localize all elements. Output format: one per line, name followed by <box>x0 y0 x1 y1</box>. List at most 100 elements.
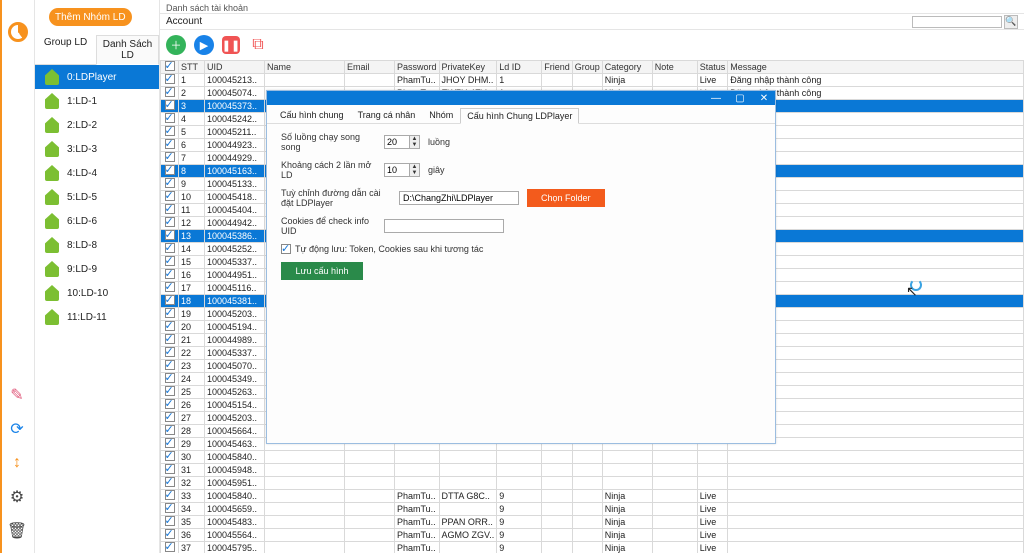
col-header[interactable]: STT <box>179 61 205 74</box>
row-checkbox[interactable] <box>165 477 175 487</box>
col-header[interactable]: UID <box>205 61 265 74</box>
row-checkbox[interactable] <box>165 321 175 331</box>
dialog-tab[interactable]: Cấu hình chung <box>273 107 351 123</box>
row-checkbox[interactable] <box>165 217 175 227</box>
col-header[interactable]: Category <box>602 61 652 74</box>
search-button[interactable]: 🔍 <box>1004 15 1018 29</box>
row-checkbox[interactable] <box>165 87 175 97</box>
col-header[interactable]: Note <box>652 61 697 74</box>
add-group-button[interactable]: Thêm Nhóm LD <box>49 8 132 26</box>
row-checkbox[interactable] <box>165 100 175 110</box>
col-header[interactable]: Ld ID <box>497 61 542 74</box>
row-checkbox[interactable] <box>165 282 175 292</box>
delay-down[interactable]: ▼ <box>410 170 419 176</box>
col-header[interactable]: Password <box>395 61 440 74</box>
add-button[interactable]: ＋ <box>166 35 186 55</box>
row-checkbox[interactable] <box>165 425 175 435</box>
maximize-icon[interactable]: ▢ <box>733 92 747 104</box>
table-row[interactable]: 36100045564..PhamTu..AGMO ZGV..9NinjaLiv… <box>161 529 1024 542</box>
row-checkbox[interactable] <box>165 269 175 279</box>
play-button[interactable]: ▶ <box>194 35 214 55</box>
row-checkbox[interactable] <box>165 529 175 539</box>
table-row[interactable]: 37100045795..PhamTu..9NinjaLive <box>161 542 1024 553</box>
row-checkbox[interactable] <box>165 347 175 357</box>
row-checkbox[interactable] <box>165 204 175 214</box>
row-checkbox[interactable] <box>165 490 175 500</box>
row-checkbox[interactable] <box>165 542 175 552</box>
sidebar-item[interactable]: 3:LD-3 <box>35 137 159 161</box>
row-checkbox[interactable] <box>165 412 175 422</box>
dialog-tab[interactable]: Nhóm <box>422 107 460 123</box>
row-checkbox[interactable] <box>165 139 175 149</box>
sidebar-item[interactable]: 2:LD-2 <box>35 113 159 137</box>
close-icon[interactable]: ✕ <box>757 92 771 104</box>
row-checkbox[interactable] <box>165 438 175 448</box>
table-row[interactable]: 31100045948.. <box>161 464 1024 477</box>
tab-danh-sach-ld[interactable]: Danh Sách LD <box>96 35 159 65</box>
minimize-icon[interactable]: — <box>709 92 723 104</box>
row-checkbox[interactable] <box>165 360 175 370</box>
row-checkbox[interactable] <box>165 74 175 84</box>
row-checkbox[interactable] <box>165 334 175 344</box>
sidebar-item[interactable]: 9:LD-9 <box>35 257 159 281</box>
autosave-checkbox[interactable] <box>281 244 291 254</box>
row-checkbox[interactable] <box>165 243 175 253</box>
row-checkbox[interactable] <box>165 191 175 201</box>
refresh-icon[interactable]: ⟳ <box>7 419 27 439</box>
row-checkbox[interactable] <box>165 126 175 136</box>
row-checkbox[interactable] <box>165 503 175 513</box>
save-config-button[interactable]: Lưu cấu hình <box>281 262 363 280</box>
delay-input[interactable] <box>384 163 410 177</box>
tab-group-ld[interactable]: Group LD <box>35 34 96 64</box>
row-checkbox[interactable] <box>165 464 175 474</box>
row-checkbox[interactable] <box>165 399 175 409</box>
sync-icon[interactable]: ⧉ <box>248 35 268 55</box>
row-checkbox[interactable] <box>165 165 175 175</box>
sidebar-item[interactable]: 8:LD-8 <box>35 233 159 257</box>
select-all-checkbox[interactable] <box>165 61 175 71</box>
col-header[interactable]: Message <box>728 61 1024 74</box>
sidebar-item[interactable]: 4:LD-4 <box>35 161 159 185</box>
threads-down[interactable]: ▼ <box>410 142 419 148</box>
col-header[interactable]: Status <box>697 61 728 74</box>
row-checkbox[interactable] <box>165 516 175 526</box>
col-header[interactable]: Email <box>345 61 395 74</box>
cookies-input[interactable] <box>384 219 504 233</box>
gear-icon[interactable]: ⚙ <box>7 487 27 507</box>
col-header[interactable]: Name <box>265 61 345 74</box>
search-input[interactable] <box>912 16 1002 28</box>
table-row[interactable]: 32100045951.. <box>161 477 1024 490</box>
row-checkbox[interactable] <box>165 451 175 461</box>
path-input[interactable] <box>399 191 519 205</box>
row-checkbox[interactable] <box>165 308 175 318</box>
pause-button[interactable]: ❚❚ <box>222 36 240 54</box>
sidebar-item[interactable]: 10:LD-10 <box>35 281 159 305</box>
row-checkbox[interactable] <box>165 230 175 240</box>
choose-folder-button[interactable]: Chọn Folder <box>527 189 605 207</box>
row-checkbox[interactable] <box>165 152 175 162</box>
row-checkbox[interactable] <box>165 256 175 266</box>
updown-icon[interactable]: ↕ <box>7 453 27 473</box>
table-row[interactable]: 30100045840.. <box>161 451 1024 464</box>
col-header[interactable]: Group <box>572 61 602 74</box>
row-checkbox[interactable] <box>165 386 175 396</box>
row-checkbox[interactable] <box>165 178 175 188</box>
sidebar-item[interactable]: 11:LD-11 <box>35 305 159 329</box>
table-row[interactable]: 1100045213..PhamTu..JHOY DHM..1NinjaLive… <box>161 74 1024 87</box>
col-header[interactable]: Friend <box>542 61 573 74</box>
row-checkbox[interactable] <box>165 295 175 305</box>
table-row[interactable]: 33100045840..PhamTu..DTTA G8C..9NinjaLiv… <box>161 490 1024 503</box>
sidebar-item[interactable]: 6:LD-6 <box>35 209 159 233</box>
table-row[interactable]: 35100045483..PhamTu..PPAN ORR..9NinjaLiv… <box>161 516 1024 529</box>
col-header[interactable]: PrivateKey <box>439 61 497 74</box>
dialog-tab[interactable]: Trang cá nhân <box>351 107 423 123</box>
row-checkbox[interactable] <box>165 113 175 123</box>
trash-icon[interactable]: 🗑 <box>7 521 27 541</box>
sidebar-item[interactable]: 5:LD-5 <box>35 185 159 209</box>
row-checkbox[interactable] <box>165 373 175 383</box>
sidebar-item[interactable]: 1:LD-1 <box>35 89 159 113</box>
sidebar-item[interactable]: 0:LDPlayer <box>35 65 159 89</box>
dialog-tab[interactable]: Cấu hình Chung LDPlayer <box>460 108 579 124</box>
threads-input[interactable] <box>384 135 410 149</box>
wand-icon[interactable]: ✎ <box>7 385 27 405</box>
